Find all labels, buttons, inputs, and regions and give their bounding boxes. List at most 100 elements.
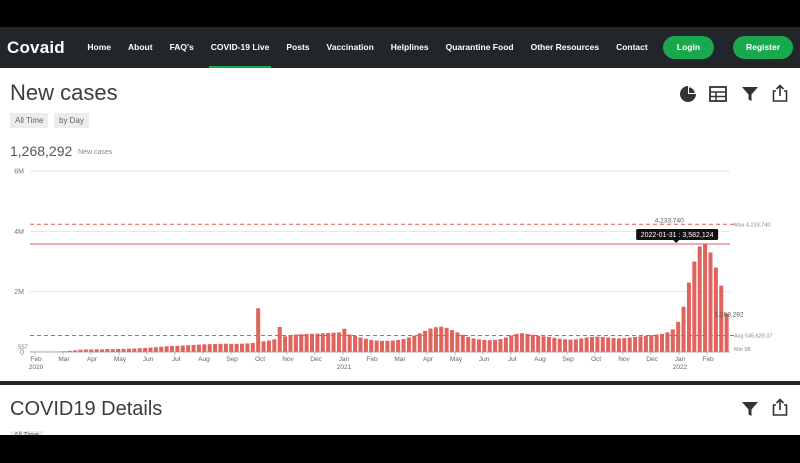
chart-bar [293,334,298,352]
chart-bar [320,333,325,352]
x-tick-label: Feb [30,356,42,363]
chart-bar [288,335,293,352]
x-tick-label: Jan [339,356,350,363]
nav-about[interactable]: About [128,27,153,68]
chart-bar [660,333,665,352]
chart-bar [697,246,702,352]
chart-bar [369,339,374,352]
chart-bar [105,349,110,352]
chart-bar [143,347,148,352]
chart-bar [406,337,411,352]
chart-bar [245,343,250,352]
nav-helplines[interactable]: Helplines [391,27,429,68]
chart-bar [579,338,584,352]
chart-bar [132,348,137,352]
new-cases-chart: Max 4,233,740Avg 545,628.07Min 985574,23… [14,169,772,372]
chart-bar [417,333,422,352]
chart-bar [304,333,309,352]
login-button[interactable]: Login [663,36,714,59]
chart-bar [164,346,169,352]
x-tick-label: Jun [479,356,490,363]
nav-vaccination[interactable]: Vaccination [327,27,374,68]
chart-bar [649,335,654,352]
chart-bar [121,348,126,352]
x-tick-year: 2021 [337,364,352,371]
x-tick-label: May [114,356,127,363]
chart-bar [460,334,465,352]
chart-bar [272,339,277,352]
chart-bar [266,340,271,352]
chart-bar [401,339,406,352]
chart-bar [557,338,562,352]
chart-bar [590,336,595,352]
top-band [0,0,800,27]
x-tick-label: Sep [226,356,238,363]
chart-bar [342,328,347,352]
chart-bar [681,306,686,352]
nav-home[interactable]: Home [87,27,111,68]
chart-bar [116,348,121,352]
chart-bar [476,339,481,352]
chart-bar [207,344,212,352]
chart-bar [94,349,99,352]
chart-bar [186,345,191,352]
chart-bar [148,347,153,352]
chart-bar [283,336,288,352]
chart-bar [514,333,519,352]
chart-bar [611,338,616,352]
chart-bar [654,334,659,352]
y-tick-label: 0 [20,350,24,357]
chart-bar [175,345,180,352]
chart-bar [466,336,471,352]
tooltip-text: 2022-01-31 : 3,582,124 [641,232,714,239]
nav-faqs[interactable]: FAQ's [170,27,194,68]
x-tick-label: Jul [508,356,517,363]
chart-bar [159,346,164,352]
chart-bar [713,267,718,352]
register-button[interactable]: Register [733,36,793,59]
chart-bar [546,336,551,352]
chart-bar [643,335,648,352]
chart-bar [315,333,320,352]
y-tick-label: 6M [14,169,24,176]
avg-line-label: Avg 545,628.07 [734,334,772,340]
y-tick-label: 4M [14,229,24,236]
chart-bar [412,335,417,352]
x-tick-label: Dec [646,356,658,363]
x-tick-label: Aug [534,356,546,363]
x-tick-label: Apr [423,356,434,363]
nav-contact[interactable]: Contact [616,27,648,68]
chart-bar [363,338,368,352]
nav-covid19-live[interactable]: COVID-19 Live [208,27,271,68]
chart-bar [525,333,530,352]
chart-bar [573,339,578,352]
chart-bar [616,338,621,352]
chart-bar [433,327,438,352]
x-tick-label: Jan [675,356,686,363]
chart-bar [541,336,546,352]
chart-bar [100,349,105,352]
tooltip-pointer [673,239,680,243]
chart-bar [686,282,691,352]
x-tick-label: Nov [618,356,630,363]
chart-bar [423,330,428,352]
chart-bar [229,343,234,352]
share-icon[interactable] [770,397,790,417]
nav-other-resources[interactable]: Other Resources [531,27,600,68]
filter-icon[interactable] [740,399,760,419]
chart-bar [277,326,282,352]
brand-logo[interactable]: Covaid [7,38,65,58]
x-tick-year: 2020 [29,364,44,371]
peak-label: 4,233,740 [655,217,684,224]
chart-bar [196,344,201,352]
chart-bar [676,321,681,352]
chart-bar [509,335,514,352]
chart-bar [536,335,541,352]
chart-bar [153,347,158,352]
x-tick-label: Sep [562,356,574,363]
nav-quarantine-food[interactable]: Quarantine Food [446,27,514,68]
chart-bar [503,337,508,352]
nav-posts[interactable]: Posts [286,27,309,68]
chart-bar [439,326,444,352]
chart-bar [600,336,605,352]
